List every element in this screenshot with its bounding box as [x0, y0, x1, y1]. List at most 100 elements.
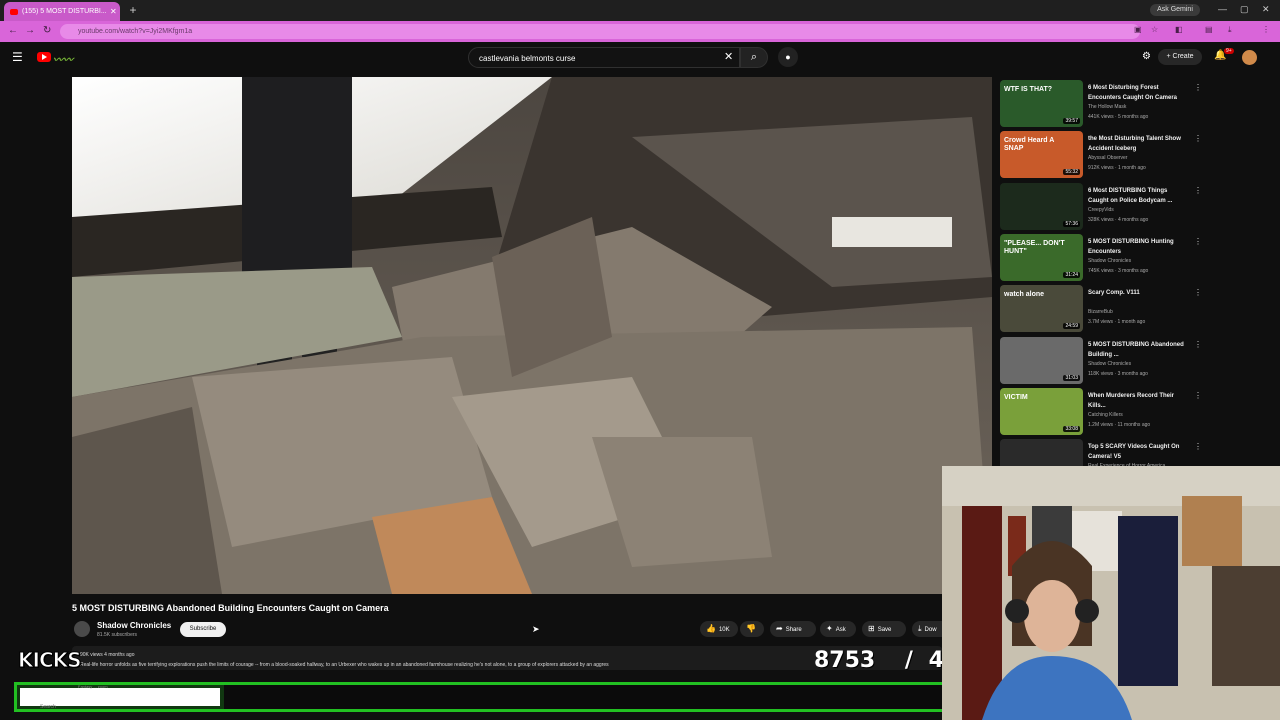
channel-avatar[interactable]	[74, 621, 90, 637]
youtube-logo-icon[interactable]	[37, 52, 51, 62]
recommendation-title[interactable]: When Murderers Record Their Kills...	[1088, 391, 1188, 411]
more-options-icon[interactable]: ⋮	[1194, 442, 1202, 451]
recommendation-item[interactable]: VICTIM 33:08 When Murderers Record Their K…	[1000, 387, 1202, 438]
bookmark-star-icon[interactable]: ☆	[1151, 25, 1158, 34]
hamburger-menu-icon[interactable]: ☰	[12, 50, 23, 64]
install-icon[interactable]: ▣	[1134, 25, 1142, 34]
thumbnail-text: WTF IS THAT?	[1004, 86, 1053, 93]
create-label: Create	[1172, 53, 1194, 60]
recommendation-thumbnail[interactable]: VICTIM 33:08	[1000, 387, 1083, 435]
subscribe-button[interactable]: Subscribe	[180, 622, 226, 637]
more-options-icon[interactable]: ⋮	[1194, 391, 1202, 400]
recommendation-title[interactable]: the Most Disturbing Talent Show Accident…	[1088, 134, 1188, 154]
thumbnail-text: watch alone	[1004, 291, 1045, 299]
more-options-icon[interactable]: ⋮	[1194, 186, 1202, 195]
recommendation-title[interactable]: Top 5 SCARY Videos Caught On Camera! V5	[1088, 442, 1188, 462]
recommendation-channel[interactable]: The Hollow Mask	[1088, 104, 1126, 110]
download-button[interactable]: ⤓ Dow	[912, 621, 942, 637]
save-button[interactable]: ⊞ Save	[862, 621, 906, 637]
recommendation-title[interactable]: 5 MOST DISTURBING Hunting Encounters	[1088, 237, 1188, 257]
address-bar[interactable]: youtube.com/watch?v=Jyi2MKfgm1a	[60, 24, 1140, 39]
channel-name[interactable]: Shadow Chronicles	[97, 621, 171, 630]
save-label: Save	[877, 627, 892, 633]
views-and-date: 90K views 4 months ago	[80, 652, 135, 658]
sidepanel-icon[interactable]: ▤	[1205, 25, 1213, 34]
new-tab-button[interactable]: +	[126, 3, 140, 17]
video-duration: 33:08	[1063, 425, 1080, 432]
recommendation-title[interactable]: Scary Comp. V111	[1088, 288, 1188, 298]
search-button[interactable]: ⌕	[740, 47, 768, 68]
recommendation-thumbnail[interactable]: 57:36	[1000, 182, 1083, 230]
recommendation-meta: 441K views · 5 months ago	[1088, 114, 1149, 120]
recommendation-thumbnail[interactable]: Crowd Heard A SNAP 55:32	[1000, 131, 1083, 179]
share-icon: ➦	[776, 624, 783, 633]
more-options-icon[interactable]: ⋮	[1194, 134, 1202, 143]
settings-gear-icon[interactable]: ⚙	[1142, 51, 1151, 62]
clear-search-icon[interactable]: ✕	[724, 50, 733, 63]
recommendation-channel[interactable]: BizarreBub	[1088, 309, 1113, 315]
video-duration: 57:36	[1063, 220, 1080, 227]
recommendation-thumbnail[interactable]: watch alone 24:59	[1000, 285, 1083, 333]
like-button[interactable]: 👍 10K	[700, 621, 738, 637]
video-duration: 39:57	[1063, 118, 1080, 124]
video-frame-image	[72, 77, 992, 594]
download-arrow-icon: ⤓	[918, 624, 922, 633]
more-options-icon[interactable]: ⋮	[1194, 340, 1202, 349]
reload-icon[interactable]: ↻	[43, 25, 51, 36]
recommendation-channel[interactable]: Catching Killers	[1088, 412, 1123, 418]
video-player[interactable]	[72, 77, 992, 594]
recommendation-title[interactable]: 6 Most DISTURBING Things Caught on Polic…	[1088, 186, 1188, 206]
recommendation-item[interactable]: WTF IS THAT? 39:57 6 Most Disturbing Fores…	[1000, 80, 1202, 130]
maximize-icon[interactable]: ▢	[1240, 4, 1249, 15]
recommendation-channel[interactable]: Shadow Chronicles	[1088, 258, 1131, 264]
ask-gemini-button[interactable]: Ask Gemini	[1150, 4, 1200, 16]
forward-icon[interactable]: →	[25, 25, 35, 36]
recommendation-channel[interactable]: Abyssal Observer	[1088, 155, 1127, 161]
tab-close-icon[interactable]: ✕	[110, 7, 117, 16]
recommendation-channel[interactable]: CreepyVids	[1088, 207, 1114, 213]
taskbar-small-text: Fantasy ... zoom	[78, 684, 108, 689]
recommendation-thumbnail[interactable]: "PLEASE... DON'T HUNT" 31:24	[1000, 233, 1083, 281]
recommendation-thumbnail[interactable]: WTF IS THAT? 39:57	[1000, 80, 1083, 127]
recommendation-meta: 1.2M views · 11 months ago	[1088, 421, 1151, 428]
share-button[interactable]: ➦ Share	[770, 621, 816, 637]
recommendation-item[interactable]: 57:36 6 Most DISTURBING Things Caught on …	[1000, 182, 1202, 233]
youtube-doodle-logo[interactable]: 〰〰	[53, 51, 73, 66]
recommendation-item[interactable]: watch alone 24:59 Scary Comp. V111 BizarreB…	[1000, 285, 1202, 335]
description-text: Real-life horror unfolds as five terrify…	[80, 662, 609, 668]
user-avatar[interactable]	[1242, 50, 1257, 65]
ask-button[interactable]: ✦ Ask	[820, 621, 856, 637]
video-duration: 31:03	[1063, 374, 1080, 381]
search-input[interactable]: castlevania belmonts curse	[468, 47, 740, 68]
video-duration: 55:32	[1063, 169, 1080, 176]
download-label: Dow	[924, 627, 937, 633]
recommendation-item[interactable]: "PLEASE... DON'T HUNT" 31:24 5 MOST DISTUR…	[1000, 233, 1202, 284]
download-icon[interactable]: ⤓	[1228, 25, 1232, 35]
back-icon[interactable]: ←	[8, 25, 18, 36]
extensions-icon[interactable]: ◧	[1175, 25, 1183, 34]
thumbnail-text: Crowd Heard A SNAP	[1004, 137, 1055, 153]
close-window-icon[interactable]: ✕	[1262, 4, 1270, 15]
thumbs-up-icon: 👍	[706, 624, 716, 633]
search-value: castlevania belmonts curse	[479, 54, 576, 63]
recommendation-channel[interactable]: Shadow Chronicles	[1088, 361, 1131, 367]
like-count: 10K	[718, 627, 730, 633]
voice-search-button[interactable]: ●	[778, 47, 798, 67]
browser-menu-icon[interactable]: ⋮	[1262, 25, 1270, 34]
video-duration: 24:59	[1063, 323, 1080, 330]
recommendation-item[interactable]: Crowd Heard A SNAP 55:32 the Most Disturbi…	[1000, 131, 1202, 181]
kicks-label: KICKS	[18, 648, 83, 673]
recommendation-thumbnail[interactable]: 31:03	[1000, 336, 1083, 384]
minimize-icon[interactable]: —	[1218, 4, 1227, 14]
recommendation-title[interactable]: 5 MOST DISTURBING Abandoned Building ...	[1088, 340, 1188, 360]
browser-tab-active[interactable]: (155) 5 MOST DISTURBI... ✕	[4, 2, 120, 21]
recommendation-title[interactable]: 6 Most Disturbing Forest Encounters Caug…	[1088, 83, 1188, 103]
recommendation-item[interactable]: 31:03 5 MOST DISTURBING Abandoned Buildin…	[1000, 336, 1202, 387]
more-options-icon[interactable]: ⋮	[1194, 288, 1202, 297]
more-options-icon[interactable]: ⋮	[1194, 237, 1202, 246]
thumbs-down-icon: 👎	[746, 624, 756, 633]
video-duration: 31:24	[1063, 271, 1080, 278]
dislike-button[interactable]: 👎	[740, 621, 764, 637]
create-button[interactable]: + Create	[1158, 49, 1202, 65]
more-options-icon[interactable]: ⋮	[1194, 83, 1202, 92]
